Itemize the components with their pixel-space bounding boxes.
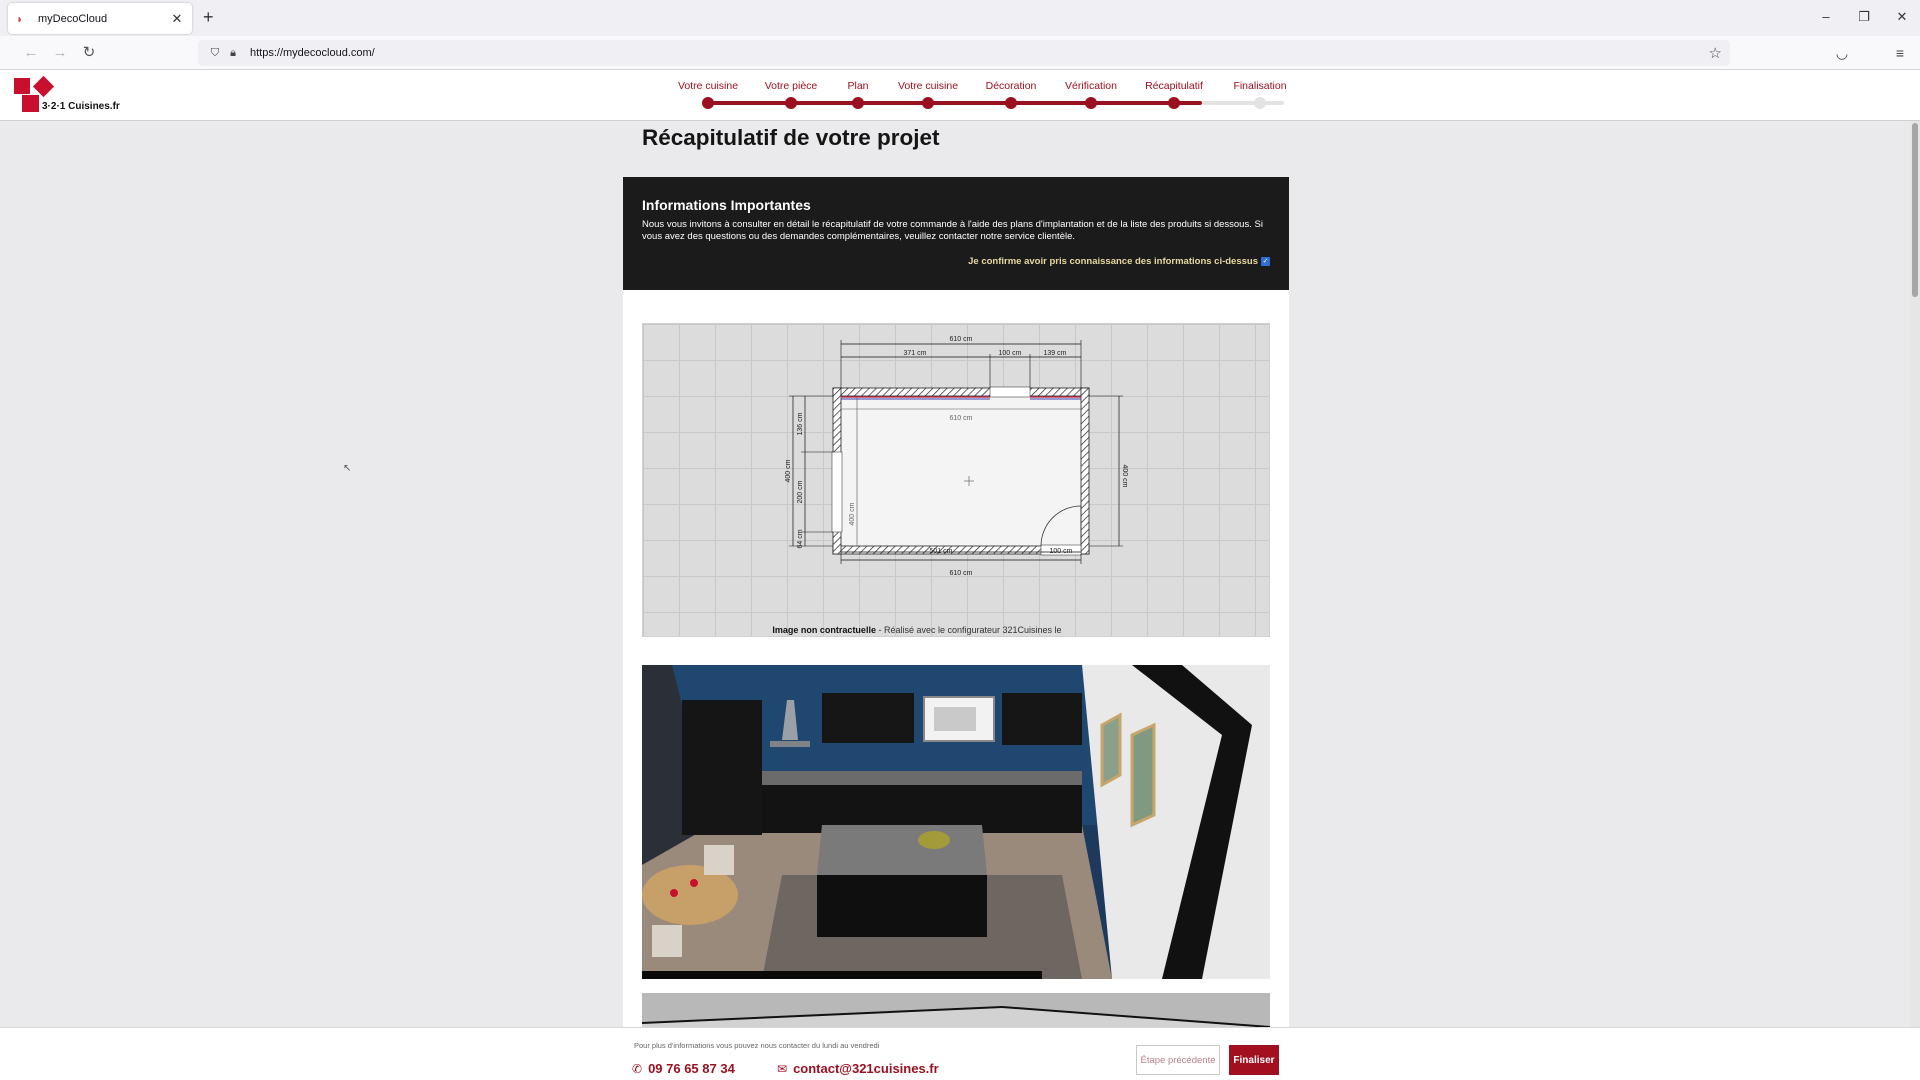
kitchen-3d-render-2 [642,993,1270,1027]
minimize-icon[interactable]: – [1818,9,1834,25]
finalize-button[interactable]: Finaliser [1229,1045,1279,1075]
logo-square-icon [14,78,30,94]
reload-icon[interactable]: ↻ [79,43,99,63]
step-dot-icon[interactable] [1254,97,1266,109]
dim-left-window: 200 cm [797,480,804,503]
dim-top-window: 100 cm [999,350,1022,357]
step-dot-icon[interactable] [702,97,714,109]
dim-inner-height: 400 cm [849,502,856,525]
step-dot-icon[interactable] [1005,97,1017,109]
browser-tab-bar: ◗ myDecoCloud ✕ + – ❐ ✕ [0,0,1920,36]
site-favicon-icon: ◗ [16,11,24,26]
restore-icon[interactable]: ❐ [1856,9,1872,25]
dim-bottom-left: 501 cm [930,548,953,555]
step-7[interactable]: Finalisation [1205,70,1315,109]
main-content: Récapitulatif de votre projet Informatio… [0,121,1910,1027]
step-dot-icon[interactable] [922,97,934,109]
mail-icon: ✉ [777,1061,788,1076]
dim-bottom-door: 100 cm [1050,548,1073,555]
page-scrollbar[interactable] [1910,121,1920,1027]
kitchen-3d-render [642,665,1270,979]
dim-top-left: 371 cm [904,350,927,357]
back-icon[interactable]: ← [21,43,41,63]
plan-caption-bold: Image non contractuelle [772,625,876,635]
confirm-label[interactable]: Je confirme avoir pris connaissance des … [968,256,1258,267]
recap-card: Informations Importantes Nous vous invit… [623,177,1289,1027]
progress-line-remaining [1202,101,1284,105]
progress-steps: Votre cuisine Votre pièce Plan Votre cuisin… [678,70,1287,121]
forward-icon[interactable]: → [50,43,70,63]
step-label[interactable]: Finalisation [1205,80,1315,92]
footer-phone[interactable]: ✆ 09 76 65 87 34 [632,1061,735,1076]
plan-caption-rest: - Réalisé avec le configurateur 321Cuisi… [875,625,1062,635]
window-close-icon[interactable]: ✕ [1894,9,1910,25]
browser-tab[interactable]: ◗ myDecoCloud ✕ [8,3,192,34]
page-title: Récapitulatif de votre projet [642,125,940,150]
star-icon[interactable]: ☆ [1709,44,1722,62]
browser-nav-bar: ← → ↻ ⛉ 🔒︎ https://mydecocloud.com/ ☆ ◡ … [0,36,1920,70]
tab-close-icon[interactable]: ✕ [170,11,184,27]
confirm-checkbox[interactable]: ✓ [1261,257,1270,266]
new-tab-icon[interactable]: + [203,8,214,26]
footer-note: Pour plus d'informations vous pouvez nou… [634,1041,880,1050]
step-dot-icon[interactable] [1168,97,1180,109]
dim-left-top: 136 cm [797,412,804,435]
info-text: Nous vous invitons à consulter en détail… [642,219,1263,242]
dim-top-total: 610 cm [950,336,973,343]
previous-step-button[interactable]: Étape précédente [1136,1045,1220,1075]
floor-plan-drawing: 610 cm 371 cm 100 cm 139 cm 610 cm 610 c… [785,336,1128,577]
kitchen-render-image-2 [642,1006,1270,1027]
scrollbar-thumb[interactable] [1912,123,1918,297]
info-title: Informations Importantes [642,197,811,213]
logo-square-icon [22,95,39,112]
confirm-checkbox-row[interactable]: Je confirme avoir pris connaissance des … [968,256,1270,267]
plan-caption: Image non contractuelle - Réalisé avec l… [643,625,1271,635]
mouse-cursor-icon: ↖ [343,463,352,474]
kitchen-render-image [642,665,1270,979]
footer-email[interactable]: ✉ contact@321cuisines.fr [777,1061,939,1076]
tab-title: myDecoCloud [38,12,108,25]
step-dot-icon[interactable] [852,97,864,109]
logo-diamond-icon [32,75,55,98]
url-bar[interactable]: ⛉ 🔒︎ https://mydecocloud.com/ ☆ [198,40,1730,66]
dim-bottom-total: 610 cm [950,570,973,577]
phone-icon: ✆ [632,1061,643,1076]
info-box: Informations Importantes Nous vous invit… [623,177,1289,290]
step-dot-icon[interactable] [1085,97,1097,109]
dim-top-right: 139 cm [1044,350,1067,357]
lock-icon[interactable]: 🔒︎ [224,47,242,60]
footer-email-address[interactable]: contact@321cuisines.fr [793,1061,939,1076]
logo-text: 3·2·1 Cuisines.fr [42,101,120,112]
dim-inner-width: 610 cm [950,415,973,422]
progress-line-done [708,101,1202,105]
dim-left-bottom: 64 cm [797,529,804,548]
dim-right-total: 400 cm [1121,465,1128,488]
footer-phone-number[interactable]: 09 76 65 87 34 [648,1061,735,1076]
shield-icon[interactable]: ⛉ [206,47,224,60]
pocket-icon[interactable]: ◡ [1832,43,1852,63]
url-text[interactable]: https://mydecocloud.com/ [250,47,375,59]
footer-bar: Pour plus d'informations vous pouvez nou… [0,1027,1920,1080]
site-logo[interactable]: 3·2·1 Cuisines.fr [12,75,132,120]
menu-icon[interactable]: ≡ [1890,43,1910,63]
floor-plan: 610 cm 371 cm 100 cm 139 cm 610 cm 610 c… [642,323,1270,637]
step-dot-icon[interactable] [785,97,797,109]
app-header: 3·2·1 Cuisines.fr Votre cuisine Votre piè… [0,70,1920,121]
dim-left-total: 400 cm [785,459,792,482]
